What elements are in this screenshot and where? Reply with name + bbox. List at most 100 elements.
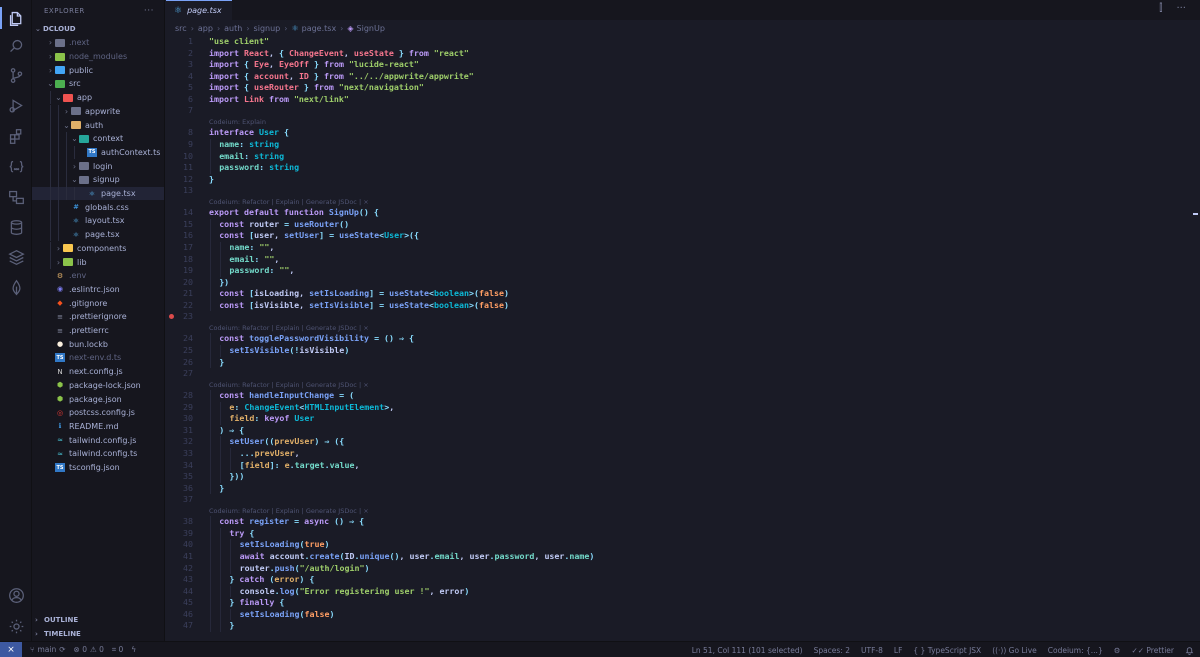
breadcrumb-item[interactable]: auth <box>224 24 242 33</box>
more-actions-icon[interactable]: ··· <box>144 0 154 22</box>
editor-actions: ⫿ ··· <box>1159 3 1186 14</box>
code-text: field: keyof User <box>229 413 314 425</box>
cursor-position[interactable]: Ln 51, Col 111 (101 selected) <box>692 646 803 655</box>
file-item[interactable]: # globals.css <box>32 200 164 215</box>
remote-indicator-button[interactable]: ⨯ <box>0 641 22 657</box>
folder-item[interactable]: › node_modules <box>32 50 164 64</box>
run-debug-icon[interactable] <box>0 90 32 120</box>
indent-guide <box>50 214 51 228</box>
file-item[interactable]: ⚛ layout.tsx <box>32 214 164 228</box>
file-item[interactable]: ⚛ page.tsx <box>32 186 164 201</box>
file-item[interactable]: ◎ postcss.config.js <box>32 406 164 420</box>
database-icon[interactable] <box>0 212 32 242</box>
copilot-icon[interactable]: ⚙ <box>1114 646 1121 655</box>
timeline-section[interactable]: › TIMELINE <box>32 627 164 641</box>
indent-guide <box>220 562 222 575</box>
file-item[interactable]: ⬢ package.json <box>32 392 164 406</box>
folder-item[interactable]: ⌄ app <box>32 90 164 105</box>
go-live-button[interactable]: ((·)) Go Live <box>992 646 1037 655</box>
code-token: ) <box>329 608 335 619</box>
code-token: { <box>243 82 254 93</box>
breadcrumb-label: page.tsx <box>301 23 337 33</box>
codelens-actions[interactable]: Codeium: Explain <box>209 117 266 127</box>
nextjs-icon: N <box>57 367 63 376</box>
file-item[interactable]: TS next-env.d.ts <box>32 351 164 365</box>
folder-item[interactable]: ⌄ src <box>32 77 164 91</box>
outline-section[interactable]: › OUTLINE <box>32 613 164 627</box>
indent-guide <box>50 241 51 256</box>
prettier-button[interactable]: ✓✓ Prettier <box>1131 646 1174 655</box>
explorer-icon[interactable] <box>0 3 32 33</box>
mongodb-icon[interactable] <box>0 272 32 302</box>
indent-guide <box>210 218 211 231</box>
file-item[interactable]: ≡ .prettierrc <box>32 324 164 338</box>
encoding-button[interactable]: UTF-8 <box>861 646 883 655</box>
split-editor-icon[interactable]: ⫿ <box>1159 3 1162 14</box>
settings-gear-icon[interactable] <box>0 611 32 641</box>
bolt-button[interactable]: ϟ <box>131 645 136 654</box>
remote-explorer-icon[interactable] <box>0 182 32 212</box>
file-item[interactable]: Nnext.config.js <box>32 365 164 379</box>
code-editor[interactable]: 1 "use client" 2 import React, { ChangeEven… <box>166 36 1200 641</box>
notifications-bell-icon[interactable] <box>1185 646 1194 655</box>
file-item[interactable]: ◆ .gitignore <box>32 296 164 310</box>
indent-guide <box>210 265 211 277</box>
problems-button[interactable]: ⊗ 0 ⚠ 0 <box>74 645 104 654</box>
ports-button[interactable]: ⌗ 0 <box>112 645 123 655</box>
folder-item[interactable]: › components <box>32 241 164 256</box>
sync-icon[interactable]: ⟳ <box>59 645 65 654</box>
file-item[interactable]: ℹ README.md <box>32 420 164 434</box>
json-icon[interactable] <box>0 152 32 182</box>
source-control-icon[interactable] <box>0 60 32 90</box>
search-icon[interactable] <box>0 31 32 61</box>
code-line: 15 const router = useRouter() <box>166 218 1200 231</box>
breadcrumb-item[interactable]: signup <box>254 24 281 33</box>
codelens-actions[interactable]: Codeium: Refactor | Explain | Generate J… <box>209 323 369 333</box>
workspace-root[interactable]: ⌄ DCLOUD <box>32 22 164 36</box>
file-item[interactable]: ● bun.lockb <box>32 337 164 351</box>
folder-item[interactable]: › appwrite <box>32 104 164 119</box>
folder-item[interactable]: ⌄ signup <box>32 173 164 187</box>
codelens-actions[interactable]: Codeium: Refactor | Explain | Generate J… <box>209 506 369 516</box>
folder-item[interactable]: ⌄ context <box>32 131 164 146</box>
folder-item[interactable]: › public <box>32 63 164 77</box>
tree-item-label: .next <box>69 38 90 48</box>
stack-icon[interactable] <box>0 242 32 272</box>
file-item[interactable]: ⚛ page.tsx <box>32 227 164 242</box>
chevron-right-icon: › <box>35 630 38 638</box>
folder-item[interactable]: › .next <box>32 36 164 50</box>
file-item[interactable]: ⬢ package-lock.json <box>32 379 164 393</box>
eol-button[interactable]: LF <box>894 646 903 655</box>
file-item[interactable]: TS tsconfig.json <box>32 461 164 475</box>
file-item[interactable]: ◉ .eslintrc.json <box>32 283 164 297</box>
file-item[interactable]: ≈ tailwind.config.ts <box>32 447 164 461</box>
folder-shape <box>71 121 81 130</box>
account-icon[interactable] <box>0 580 32 610</box>
code-token: } <box>308 59 324 70</box>
file-item[interactable]: ≈ tailwind.config.js <box>32 433 164 447</box>
folder-item[interactable]: ⌄ auth <box>32 118 164 132</box>
prettier-icon: ≡ <box>57 326 63 335</box>
breadcrumb-item[interactable]: ◈ SignUp <box>347 24 385 33</box>
folder-item[interactable]: › lib <box>32 255 164 269</box>
breadcrumb-item[interactable]: app <box>198 24 213 33</box>
css-icon: # <box>73 203 79 212</box>
line-number: 35 <box>183 471 193 482</box>
more-actions-icon[interactable]: ··· <box>1176 3 1186 14</box>
breadcrumb-item[interactable]: src <box>175 24 187 33</box>
indentation-button[interactable]: Spaces: 2 <box>814 646 850 655</box>
breadcrumb-item[interactable]: ⚛ page.tsx <box>291 24 336 33</box>
extensions-icon[interactable] <box>0 121 32 151</box>
tab-page-tsx[interactable]: ⚛ page.tsx <box>166 0 232 20</box>
file-item[interactable]: TS authContext.ts <box>32 145 164 160</box>
tab-bar: ⚛ page.tsx ⫿ ··· <box>166 0 1200 20</box>
indent-guide <box>210 424 211 437</box>
file-item[interactable]: ⚙ .env <box>32 269 164 283</box>
file-item[interactable]: ≡ .prettierignore <box>32 310 164 324</box>
language-mode-button[interactable]: { } TypeScript JSX <box>913 646 981 655</box>
codeium-button[interactable]: Codeium: {...} <box>1048 646 1103 655</box>
branch-button[interactable]: ⑂ main ⟳ <box>30 645 66 654</box>
codelens-actions[interactable]: Codeium: Refactor | Explain | Generate J… <box>209 197 369 207</box>
folder-item[interactable]: › login <box>32 159 164 173</box>
codelens-actions[interactable]: Codeium: Refactor | Explain | Generate J… <box>209 380 369 390</box>
